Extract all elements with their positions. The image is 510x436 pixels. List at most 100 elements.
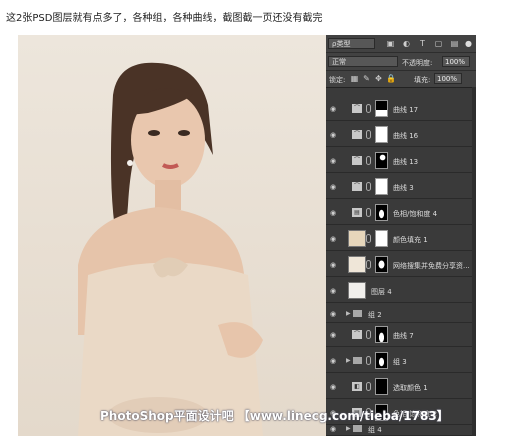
layer-name: 组 3 xyxy=(393,358,407,366)
layer-mask-thumbnail xyxy=(375,126,388,143)
group-row[interactable]: ◉ ▶ 组 3 xyxy=(326,349,476,373)
layer-row[interactable]: ◉ 图层 4 xyxy=(326,279,476,303)
lock-position-icon[interactable]: ✥ xyxy=(374,74,383,83)
layer-name: 图层 4 xyxy=(371,288,392,296)
layer-mask-thumbnail xyxy=(375,352,388,369)
layers-scrollbar[interactable] xyxy=(472,87,476,436)
folder-icon xyxy=(353,425,362,432)
lock-row: 锁定: ▦ ✎ ✥ 🔒 填充: 100% xyxy=(326,71,476,88)
layer-name: 选取颜色 1 xyxy=(393,384,428,392)
hue-saturation-adjustment-icon: ▤ xyxy=(352,208,362,217)
filter-toolbar: ρ类型 ▣ ◐ T ▢ ▤ ● xyxy=(326,35,476,53)
folder-icon xyxy=(353,310,362,317)
layer-thumbnail xyxy=(348,282,366,299)
type-filter-icon[interactable]: T xyxy=(418,39,427,48)
curves-adjustment-icon: ⌒ xyxy=(352,130,362,139)
visibility-eye-icon[interactable]: ◉ xyxy=(330,357,336,365)
lock-pixels-icon[interactable]: ✎ xyxy=(362,74,371,83)
curves-adjustment-icon: ⌒ xyxy=(352,182,362,191)
layer-mask-thumbnail xyxy=(375,152,388,169)
layer-mask-thumbnail xyxy=(375,204,388,221)
layer-mask-thumbnail xyxy=(375,178,388,195)
smart-object-filter-icon[interactable]: ▤ xyxy=(450,39,459,48)
link-icon xyxy=(366,104,371,113)
link-icon xyxy=(366,234,371,243)
post-caption: 这2张PSD图层就有点多了，各种组，各种曲线，截图截一页还没有截完 xyxy=(6,13,323,24)
portrait-image xyxy=(18,35,326,436)
layer-row[interactable]: ◉ ⌒ 曲线 13 xyxy=(326,149,476,173)
layer-name: 色相/饱和度 4 xyxy=(393,210,438,218)
kind-filter-select[interactable]: ρ类型 xyxy=(328,38,375,49)
curves-adjustment-icon: ⌒ xyxy=(352,330,362,339)
visibility-eye-icon[interactable]: ◉ xyxy=(330,261,336,269)
curves-adjustment-icon: ⌒ xyxy=(352,104,362,113)
layer-mask-thumbnail xyxy=(375,378,388,395)
fill-input[interactable]: 100% xyxy=(434,73,462,84)
link-icon xyxy=(366,382,371,391)
link-icon xyxy=(366,208,371,217)
link-icon xyxy=(366,130,371,139)
visibility-eye-icon[interactable]: ◉ xyxy=(330,105,336,113)
link-icon xyxy=(366,156,371,165)
visibility-eye-icon[interactable]: ◉ xyxy=(330,287,336,295)
layer-row[interactable]: ◉ ▤ 色相/饱和度 4 xyxy=(326,201,476,225)
layer-mask-thumbnail xyxy=(375,256,388,273)
lock-label: 锁定: xyxy=(329,76,346,84)
visibility-eye-icon[interactable]: ◉ xyxy=(330,157,336,165)
link-icon xyxy=(366,182,371,191)
color-fill-thumbnail xyxy=(348,230,366,247)
layer-name: 组 4 xyxy=(368,426,382,434)
portrait-illustration xyxy=(78,62,263,436)
layer-row[interactable]: ◉ ⌒ 曲线 7 xyxy=(326,323,476,347)
fill-label: 填充: xyxy=(414,76,431,84)
layer-row[interactable]: ◉ ⌒ 曲线 17 xyxy=(326,97,476,121)
adjustment-filter-icon[interactable]: ◐ xyxy=(402,39,411,48)
blend-row: 正常 不透明度: 100% xyxy=(326,53,476,71)
layer-row[interactable]: ◉ ⌒ 曲线 3 xyxy=(326,175,476,199)
expand-arrow-icon[interactable]: ▶ xyxy=(346,425,351,432)
layer-mask-thumbnail xyxy=(375,230,388,247)
layer-row[interactable]: ◉ 网络搜集并免费分享资... xyxy=(326,253,476,277)
layer-name: 颜色填充 1 xyxy=(393,236,428,244)
layer-row[interactable]: ◉ 颜色填充 1 xyxy=(326,227,476,251)
curves-adjustment-icon: ⌒ xyxy=(352,156,362,165)
layer-mask-thumbnail xyxy=(375,100,388,117)
layer-name: 曲线 17 xyxy=(393,106,419,114)
visibility-eye-icon[interactable]: ◉ xyxy=(330,331,336,339)
group-row[interactable]: ◉ ▶ 组 2 xyxy=(326,305,476,323)
layer-mask-thumbnail xyxy=(375,326,388,343)
opacity-label: 不透明度: xyxy=(402,59,433,67)
opacity-input[interactable]: 100% xyxy=(442,56,470,67)
layer-name: 曲线 13 xyxy=(393,158,419,166)
filter-toggle-icon[interactable]: ● xyxy=(464,39,473,48)
blend-mode-select[interactable]: 正常 xyxy=(328,56,398,67)
visibility-eye-icon[interactable]: ◉ xyxy=(330,310,336,318)
layer-list: ◉ ⌒ 曲线 17 ◉ ⌒ 曲线 16 ◉ ⌒ 曲线 13 ◉ ⌒ 曲线 3 ◉… xyxy=(326,87,476,436)
shape-filter-icon[interactable]: ▢ xyxy=(434,39,443,48)
watermark-text: PhotoShop平面设计吧 【www.linecg.com/tieba/178… xyxy=(100,409,449,423)
lock-transparent-icon[interactable]: ▦ xyxy=(350,74,359,83)
pixel-filter-icon[interactable]: ▣ xyxy=(386,39,395,48)
group-row[interactable]: ◉ ▶ 组 4 xyxy=(326,423,476,436)
lock-all-icon[interactable]: 🔒 xyxy=(386,74,396,83)
layer-name: 曲线 3 xyxy=(393,184,414,192)
layers-panel: ρ类型 ▣ ◐ T ▢ ▤ ● 正常 不透明度: 100% 锁定: ▦ ✎ ✥ … xyxy=(326,35,476,436)
layer-row[interactable]: ◉ ⌒ 曲线 16 xyxy=(326,123,476,147)
expand-arrow-icon[interactable]: ▶ xyxy=(346,357,351,364)
layer-name: 曲线 16 xyxy=(393,132,419,140)
selective-color-adjustment-icon: ◧ xyxy=(352,382,362,391)
expand-arrow-icon[interactable]: ▶ xyxy=(346,310,351,317)
visibility-eye-icon[interactable]: ◉ xyxy=(330,131,336,139)
visibility-eye-icon[interactable]: ◉ xyxy=(330,209,336,217)
layer-row[interactable]: ◉ ◧ 选取颜色 1 xyxy=(326,375,476,399)
layer-thumbnail xyxy=(348,256,366,273)
folder-icon xyxy=(353,357,362,364)
layer-name: 组 2 xyxy=(368,311,382,319)
visibility-eye-icon[interactable]: ◉ xyxy=(330,425,336,433)
layer-name: 曲线 7 xyxy=(393,332,414,340)
link-icon xyxy=(366,330,371,339)
visibility-eye-icon[interactable]: ◉ xyxy=(330,235,336,243)
link-icon xyxy=(366,260,371,269)
visibility-eye-icon[interactable]: ◉ xyxy=(330,383,336,391)
visibility-eye-icon[interactable]: ◉ xyxy=(330,183,336,191)
